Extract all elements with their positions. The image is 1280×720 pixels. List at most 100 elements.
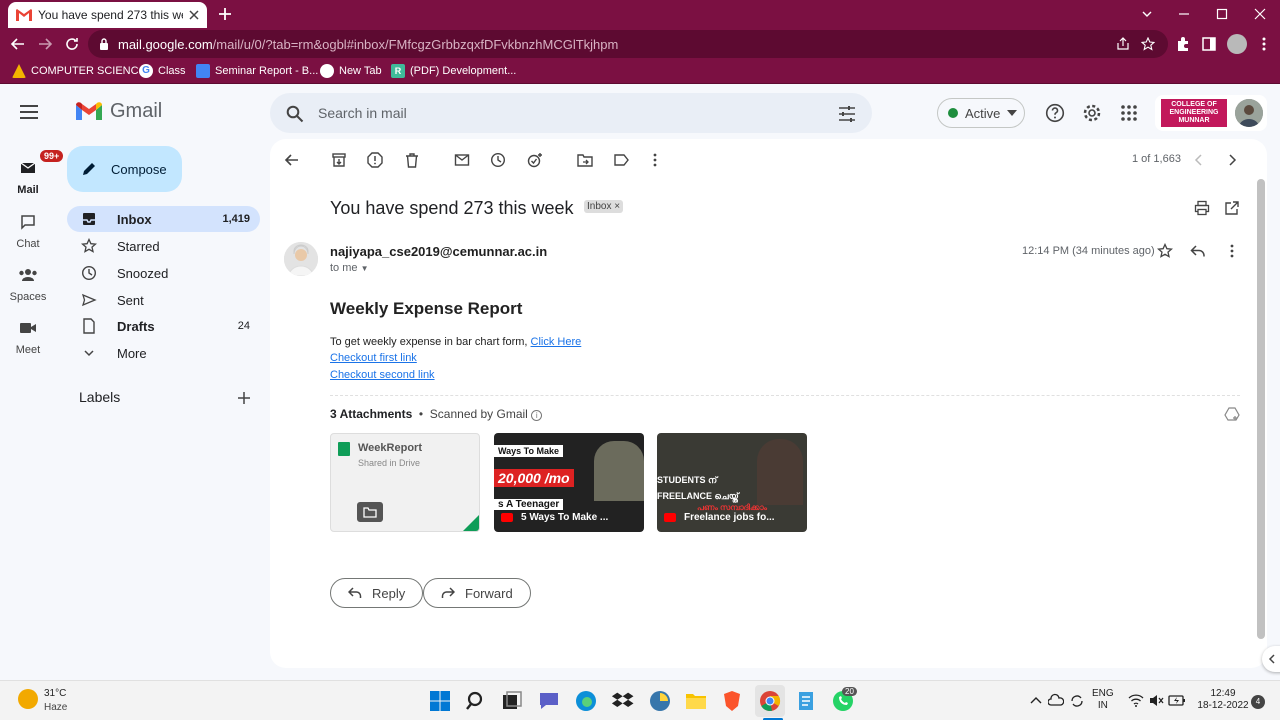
search-bar[interactable]: Search in mail bbox=[270, 93, 872, 133]
rail-label: Mail bbox=[17, 184, 39, 196]
extensions-icon[interactable] bbox=[1175, 36, 1191, 52]
main-menu-icon[interactable] bbox=[20, 105, 38, 119]
snooze-icon[interactable] bbox=[490, 152, 506, 168]
search-taskbar-icon[interactable] bbox=[464, 689, 488, 713]
attachment-weekreport[interactable]: WeekReport Shared in Drive bbox=[330, 433, 480, 532]
new-tab-icon[interactable] bbox=[216, 5, 234, 23]
windows-start-icon[interactable] bbox=[428, 689, 452, 713]
bookmark-star-icon[interactable] bbox=[1141, 37, 1155, 51]
close-window-icon[interactable] bbox=[1252, 6, 1268, 22]
side-panel-icon[interactable] bbox=[1201, 36, 1217, 52]
address-bar[interactable]: mail.google.com/mail/u/0/?tab=rm&ogbl#in… bbox=[88, 30, 1168, 58]
message-more-icon[interactable] bbox=[1224, 243, 1240, 259]
profile-avatar[interactable] bbox=[1227, 34, 1247, 54]
chrome-icon[interactable] bbox=[758, 689, 782, 713]
language-indicator[interactable]: ENG IN bbox=[1092, 688, 1114, 712]
wifi-icon[interactable] bbox=[1128, 694, 1144, 707]
weather-temperature[interactable]: 31°C bbox=[44, 688, 66, 699]
account-avatar[interactable] bbox=[1235, 99, 1263, 127]
older-chevron-right-icon[interactable] bbox=[1224, 152, 1240, 168]
help-icon[interactable] bbox=[1045, 103, 1065, 123]
brave-icon[interactable] bbox=[720, 689, 744, 713]
forward-button[interactable]: Forward bbox=[423, 578, 531, 608]
gmail-logo[interactable]: Gmail bbox=[76, 100, 162, 123]
star-message-icon[interactable] bbox=[1157, 243, 1173, 259]
reply-icon[interactable] bbox=[1190, 243, 1206, 259]
bookmark-item[interactable]: New Tab bbox=[320, 64, 382, 78]
rail-item-chat[interactable]: Chat bbox=[0, 206, 56, 250]
add-to-drive-icon[interactable] bbox=[1224, 406, 1240, 422]
bookmark-item[interactable]: R (PDF) Development... bbox=[391, 64, 516, 78]
nav-item-more[interactable]: More bbox=[67, 340, 260, 366]
tab-search-icon[interactable] bbox=[1139, 6, 1155, 22]
onedrive-icon[interactable] bbox=[1048, 693, 1064, 707]
minimize-icon[interactable] bbox=[1176, 6, 1192, 22]
nav-item-sent[interactable]: Sent bbox=[67, 287, 260, 313]
status-dropdown[interactable]: Active bbox=[937, 98, 1025, 128]
share-icon[interactable] bbox=[1116, 37, 1130, 51]
add-label-icon[interactable] bbox=[236, 390, 252, 406]
inbox-label-chip[interactable]: Inbox × bbox=[584, 200, 624, 213]
python-idle-icon[interactable] bbox=[648, 689, 672, 713]
teams-chat-icon[interactable] bbox=[537, 689, 561, 713]
sender-avatar[interactable] bbox=[284, 242, 318, 276]
rail-item-spaces[interactable]: Spaces bbox=[0, 259, 56, 303]
edge-icon[interactable] bbox=[574, 689, 598, 713]
search-icon[interactable] bbox=[286, 105, 304, 123]
bookmark-item[interactable]: Seminar Report - B... bbox=[196, 64, 318, 78]
report-spam-icon[interactable] bbox=[367, 152, 383, 168]
back-to-inbox-icon[interactable] bbox=[284, 152, 300, 168]
back-icon[interactable] bbox=[10, 36, 26, 52]
search-options-icon[interactable] bbox=[838, 105, 856, 123]
side-panel-toggle[interactable] bbox=[1262, 646, 1280, 672]
settings-gear-icon[interactable] bbox=[1082, 103, 1102, 123]
newer-chevron-left-icon[interactable] bbox=[1191, 152, 1207, 168]
battery-charging-icon[interactable] bbox=[1168, 694, 1186, 707]
label-icon[interactable] bbox=[613, 152, 629, 168]
second-link[interactable]: Checkout second link bbox=[330, 369, 435, 381]
reload-icon[interactable] bbox=[64, 36, 80, 52]
sync-icon[interactable] bbox=[1069, 693, 1085, 709]
forward-icon[interactable] bbox=[37, 36, 53, 52]
account-switcher[interactable]: COLLEGE OF ENGINEERING MUNNAR bbox=[1155, 95, 1267, 131]
browser-menu-icon[interactable] bbox=[1256, 36, 1272, 52]
nav-item-drafts[interactable]: Drafts 24 bbox=[67, 313, 260, 339]
reply-button[interactable]: Reply bbox=[330, 578, 424, 608]
print-icon[interactable] bbox=[1194, 200, 1210, 216]
bookmark-item[interactable]: G Class bbox=[139, 64, 186, 78]
show-hidden-icons-icon[interactable] bbox=[1030, 695, 1042, 705]
open-new-window-icon[interactable] bbox=[1224, 200, 1240, 216]
nav-item-starred[interactable]: Starred bbox=[67, 233, 260, 259]
mark-unread-icon[interactable] bbox=[454, 152, 470, 168]
compose-button[interactable]: Compose bbox=[67, 146, 182, 192]
delete-icon[interactable] bbox=[404, 152, 420, 168]
bookmark-item[interactable]: COMPUTER SCIENC... bbox=[12, 64, 148, 78]
maximize-icon[interactable] bbox=[1214, 6, 1230, 22]
rail-item-meet[interactable]: Meet bbox=[0, 312, 56, 356]
nav-item-snoozed[interactable]: Snoozed bbox=[67, 260, 260, 286]
search-input[interactable]: Search in mail bbox=[318, 105, 407, 121]
attachment-youtube-video-2[interactable]: STUDENTS ന് FREELANCE ചെയ്ത് പണം സമ്പാദി… bbox=[657, 433, 807, 532]
more-options-icon[interactable] bbox=[647, 152, 663, 168]
dropbox-icon[interactable] bbox=[611, 689, 635, 713]
move-to-icon[interactable] bbox=[577, 152, 593, 168]
recipient-details[interactable]: to me ▼ bbox=[330, 262, 369, 274]
click-here-link[interactable]: Click Here bbox=[531, 336, 582, 348]
nav-item-inbox[interactable]: Inbox 1,419 bbox=[67, 206, 260, 232]
file-explorer-icon[interactable] bbox=[684, 689, 708, 713]
add-task-icon[interactable] bbox=[527, 152, 543, 168]
sender-email[interactable]: najiyapa_cse2019@cemunnar.ac.in bbox=[330, 244, 547, 259]
scrollbar[interactable] bbox=[1257, 179, 1265, 639]
close-tab-icon[interactable] bbox=[189, 10, 199, 20]
rail-item-mail[interactable]: 99+ Mail bbox=[0, 148, 66, 196]
volume-muted-icon[interactable] bbox=[1148, 694, 1164, 707]
apps-grid-icon[interactable] bbox=[1119, 103, 1139, 123]
attachment-youtube-video-1[interactable]: Ways To Make 20,000 /mo s A Teenager 5 W… bbox=[494, 433, 644, 532]
first-link[interactable]: Checkout first link bbox=[330, 352, 417, 364]
notepad-icon[interactable] bbox=[794, 689, 818, 713]
browser-tab[interactable]: You have spend 273 this week - n bbox=[8, 2, 207, 28]
archive-icon[interactable] bbox=[331, 152, 347, 168]
task-view-icon[interactable] bbox=[500, 689, 524, 713]
clock[interactable]: 12:49 18-12-2022 bbox=[1195, 688, 1251, 712]
notification-center-badge[interactable]: 4 bbox=[1251, 695, 1265, 709]
